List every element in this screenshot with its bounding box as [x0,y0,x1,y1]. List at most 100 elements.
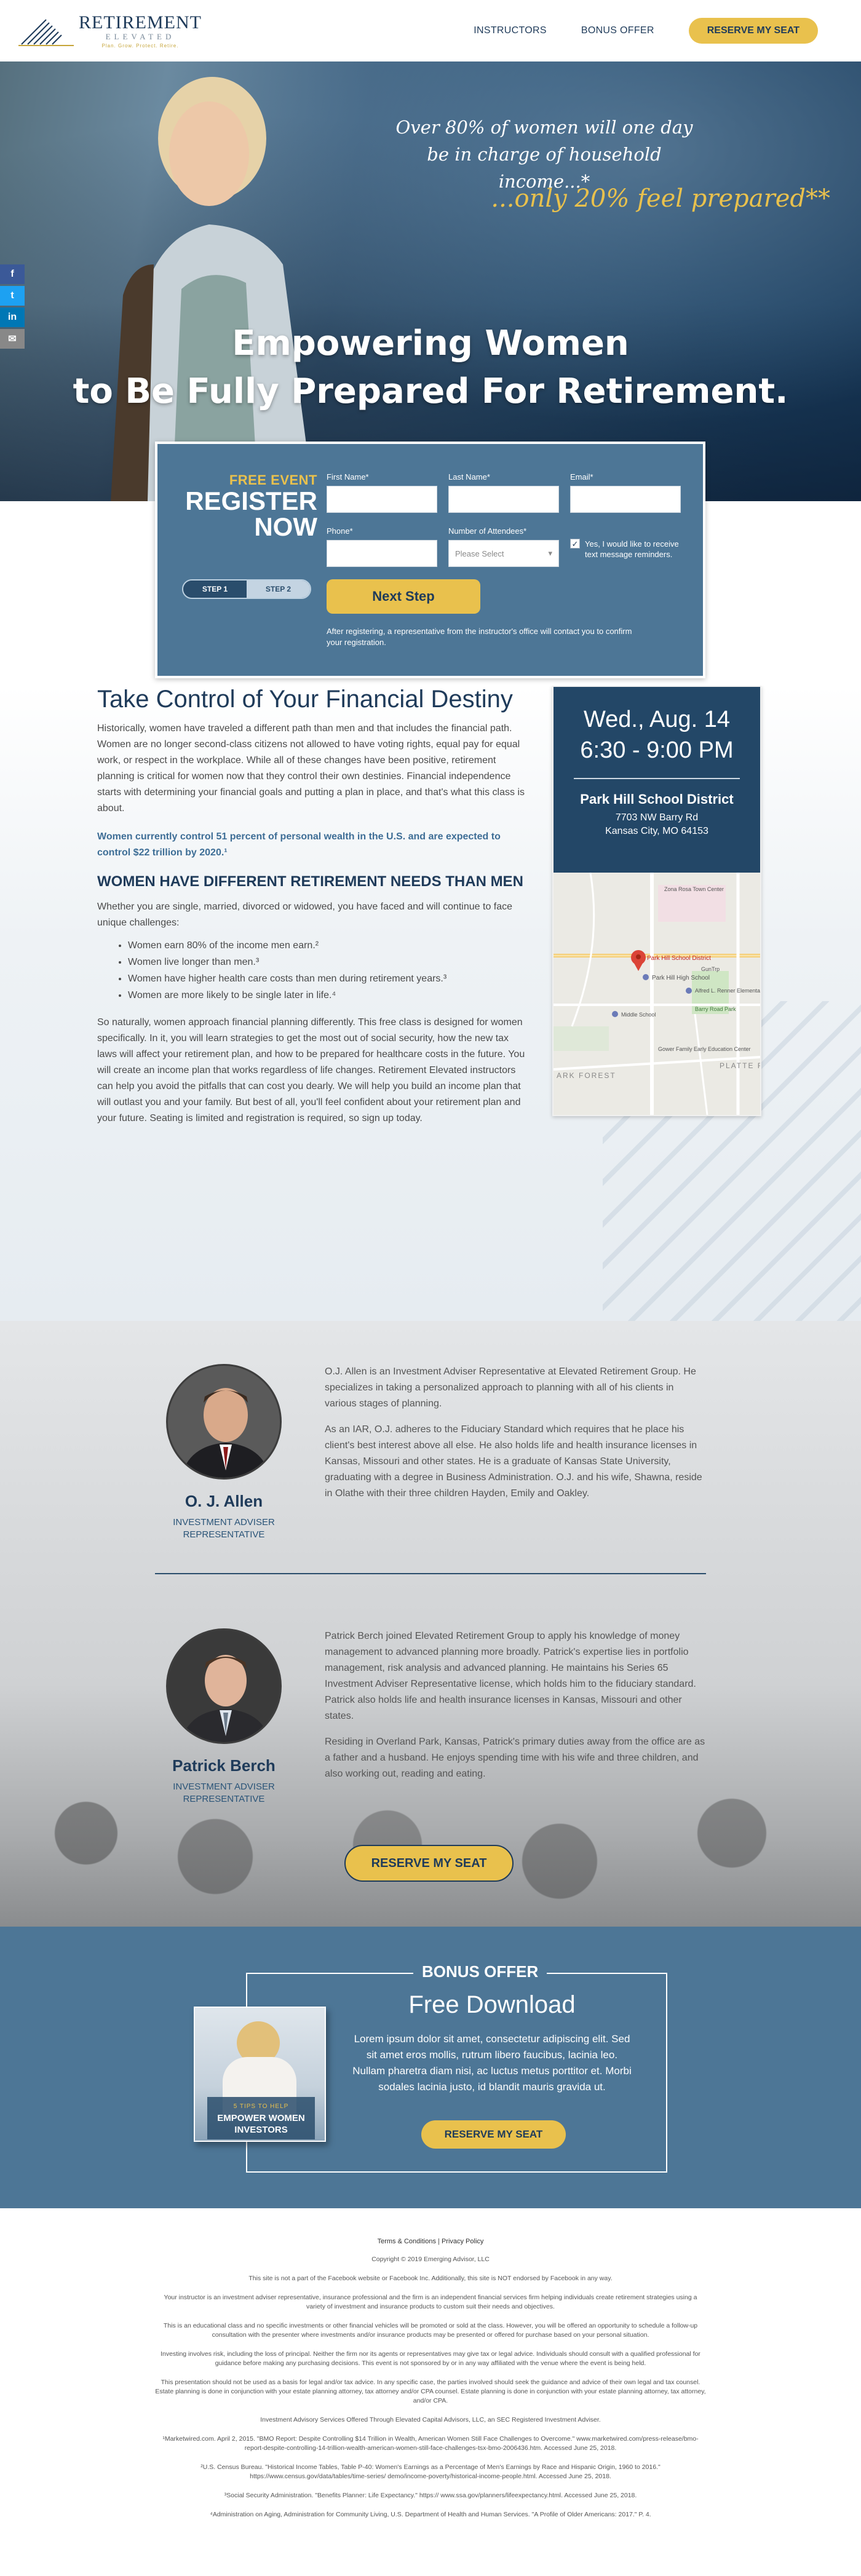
hero-title: Empowering Women to Be Fully Prepared Fo… [73,323,788,411]
social-share-bar: f t in ✉ [0,264,25,349]
event-location: Park Hill School District [580,791,734,807]
event-address-line2: Kansas City, MO 64153 [605,826,708,836]
bonus-description: Lorem ipsum dolor sit amet, consectetur … [352,2033,632,2093]
reserve-seat-button[interactable]: RESERVE MY SEAT [344,1845,514,1882]
main-nav: INSTRUCTORS BONUS OFFER RESERVE MY SEAT [474,18,818,44]
map-label: Middle School [621,1012,656,1018]
logo-mark-icon [18,19,74,46]
phone-label: Phone* [327,526,353,536]
main-content-section: Take Control of Your Financial Destiny H… [0,686,861,1321]
nav-instructors-link[interactable]: INSTRUCTORS [474,25,547,36]
footer-links: Terms & Conditions | Privacy Policy [377,2238,484,2245]
first-name-label: First Name* [327,472,369,482]
brand-logo[interactable]: RETIREMENT ELEVATED Plan. Grow. Protect.… [18,12,202,49]
event-divider [574,778,740,779]
event-card: Wed., Aug. 14 6:30 - 9:00 PM Park Hill S… [552,686,761,1116]
challenges-list: Women earn 80% of the income men earn.² … [97,937,528,1004]
attendees-label: Number of Attendees* [448,526,527,536]
bonus-title: Free Download [408,1991,576,2018]
brand-name: RETIREMENT [79,12,202,33]
bonus-reserve-button[interactable]: RESERVE MY SEAT [421,2120,566,2149]
disclaimer-advisory: Investment Advisory Services Offered Thr… [260,2416,601,2423]
event-map[interactable]: Park Hill School District Park Hill High… [554,873,760,1115]
advisor-avatar [166,1628,282,1744]
event-time: 6:30 - 9:00 PM [580,737,734,763]
brand-sub: ELEVATED [105,31,175,41]
map-label: Gower Family Early Education Center [658,1046,751,1052]
privacy-link[interactable]: Privacy Policy [442,2238,483,2245]
footnote: ⁴Administration on Aging, Administration… [210,2511,651,2518]
map-graphic: Park Hill School District Park Hill High… [554,873,760,1115]
advisor-name: Patrick Berch [172,1756,276,1775]
advisor-bio: Patrick Berch joined Elevated Retirement… [325,1631,705,1779]
advisor-name: O. J. Allen [184,1492,263,1510]
bonus-offer-section: BONUS OFFER 5 TIPS TO HELP EMPOWER WOMEN… [0,1927,861,2208]
map-label: Barry Road Park [695,1006,736,1012]
sms-opt-in[interactable]: ✓ Yes, I would like to receive text mess… [570,526,681,560]
phone-field[interactable] [327,540,437,567]
hero-quote-stat: Over 80% of women will one day be in cha… [395,117,693,192]
nav-reserve-button[interactable]: RESERVE MY SEAT [688,18,818,44]
advisor-divider [155,1573,706,1574]
disclaimer-educational: This is an educational class and no spec… [163,2322,698,2339]
list-item: Women earn 80% of the income men earn.² [128,937,528,954]
sms-checkbox[interactable]: ✓ [570,539,580,549]
step-2-tab: STEP 2 [247,581,310,598]
hero-quote-prepared: ...only 20% feel prepared** [491,184,830,213]
map-label: Zona Rosa Town Center [664,886,724,892]
facebook-icon[interactable]: f [0,264,25,284]
advisor-avatar [166,1364,282,1480]
map-pin-label: Park Hill School District [647,955,711,962]
map-label: Alfred L. Renner Elementary School [695,988,760,994]
list-item: Women have higher health care costs than… [128,970,528,987]
footnote: ³Social Security Administration. "Benefi… [224,2492,637,2499]
nav-bonus-link[interactable]: BONUS OFFER [581,25,654,36]
first-name-field[interactable] [327,486,437,513]
disclaimer-instructor: Your instructor is an investment adviser… [164,2294,697,2310]
advisor-role: INVESTMENT ADVISER REPRESENTATIVE [173,1781,275,1804]
advisor-role: INVESTMENT ADVISER REPRESENTATIVE [173,1517,275,1540]
step-1-tab: STEP 1 [183,581,247,598]
disclaimer-facebook: This site is not a part of the Facebook … [248,2275,613,2282]
copyright: Copyright © 2019 Emerging Advisor, LLC [371,2256,490,2263]
map-label: GunTrp [701,966,720,972]
content-closing: So naturally, women approach financial p… [97,1017,525,1124]
footnote: ²U.S. Census Bureau. "Historical Income … [200,2463,661,2480]
attendees-select[interactable]: Please Select ▾ [448,540,559,567]
sms-opt-in-label: Yes, I would like to receive text messag… [585,539,679,559]
map-label: Park Hill High School [652,975,710,981]
list-item: Women are more likely to be single later… [128,987,528,1004]
twitter-icon[interactable]: t [0,286,25,306]
chevron-down-icon: ▾ [548,549,552,558]
content-intro: Historically, women have traveled a diff… [97,723,525,814]
last-name-label: Last Name* [448,472,490,482]
email-field[interactable] [570,486,681,513]
hero-woman-photo [111,77,314,501]
advisor-bio: O.J. Allen is an Investment Adviser Repr… [325,1366,702,1499]
event-date: Wed., Aug. 14 [583,707,731,732]
bonus-label: BONUS OFFER [413,1962,547,1981]
linkedin-icon[interactable]: in [0,307,25,327]
content-heading: Take Control of Your Financial Destiny [97,686,513,713]
site-footer: Terms & Conditions | Privacy Policy Copy… [0,2208,861,2576]
hero-banner: f t in ✉ Over 80% of women will one day … [0,61,861,501]
instructors-section: O. J. Allen INVESTMENT ADVISER REPRESENT… [0,1321,861,1927]
list-item: Women live longer than men.³ [128,954,528,970]
registration-form: FREE EVENT REGISTER NOW First Name* Last… [155,442,705,678]
last-name-field[interactable] [448,486,559,513]
register-title: REGISTER NOW [185,486,317,541]
disclaimer-legal: This presentation should not be used as … [155,2379,706,2404]
ebook-cover-image: 5 TIPS TO HELP EMPOWER WOMEN INVESTORS [194,2007,326,2142]
disclaimer-risk: Investing involves risk, including the l… [161,2350,700,2367]
footnote: ¹Marketwired.com. April 2, 2015. "BMO Re… [162,2435,699,2452]
terms-link[interactable]: Terms & Conditions [378,2238,436,2245]
map-label: PLATTE RIDG [720,1061,760,1070]
email-label: Email* [570,472,593,482]
content-challenges-intro: Whether you are single, married, divorce… [97,902,513,928]
ebook-title: 5 TIPS TO HELP EMPOWER WOMEN INVESTORS [207,2097,315,2139]
email-icon[interactable]: ✉ [0,329,25,349]
next-step-button[interactable]: Next Step [327,579,480,614]
site-header: RETIREMENT ELEVATED Plan. Grow. Protect.… [0,0,861,61]
map-label: ARK FOREST [557,1071,616,1080]
registration-note: After registering, a representative from… [327,627,632,647]
